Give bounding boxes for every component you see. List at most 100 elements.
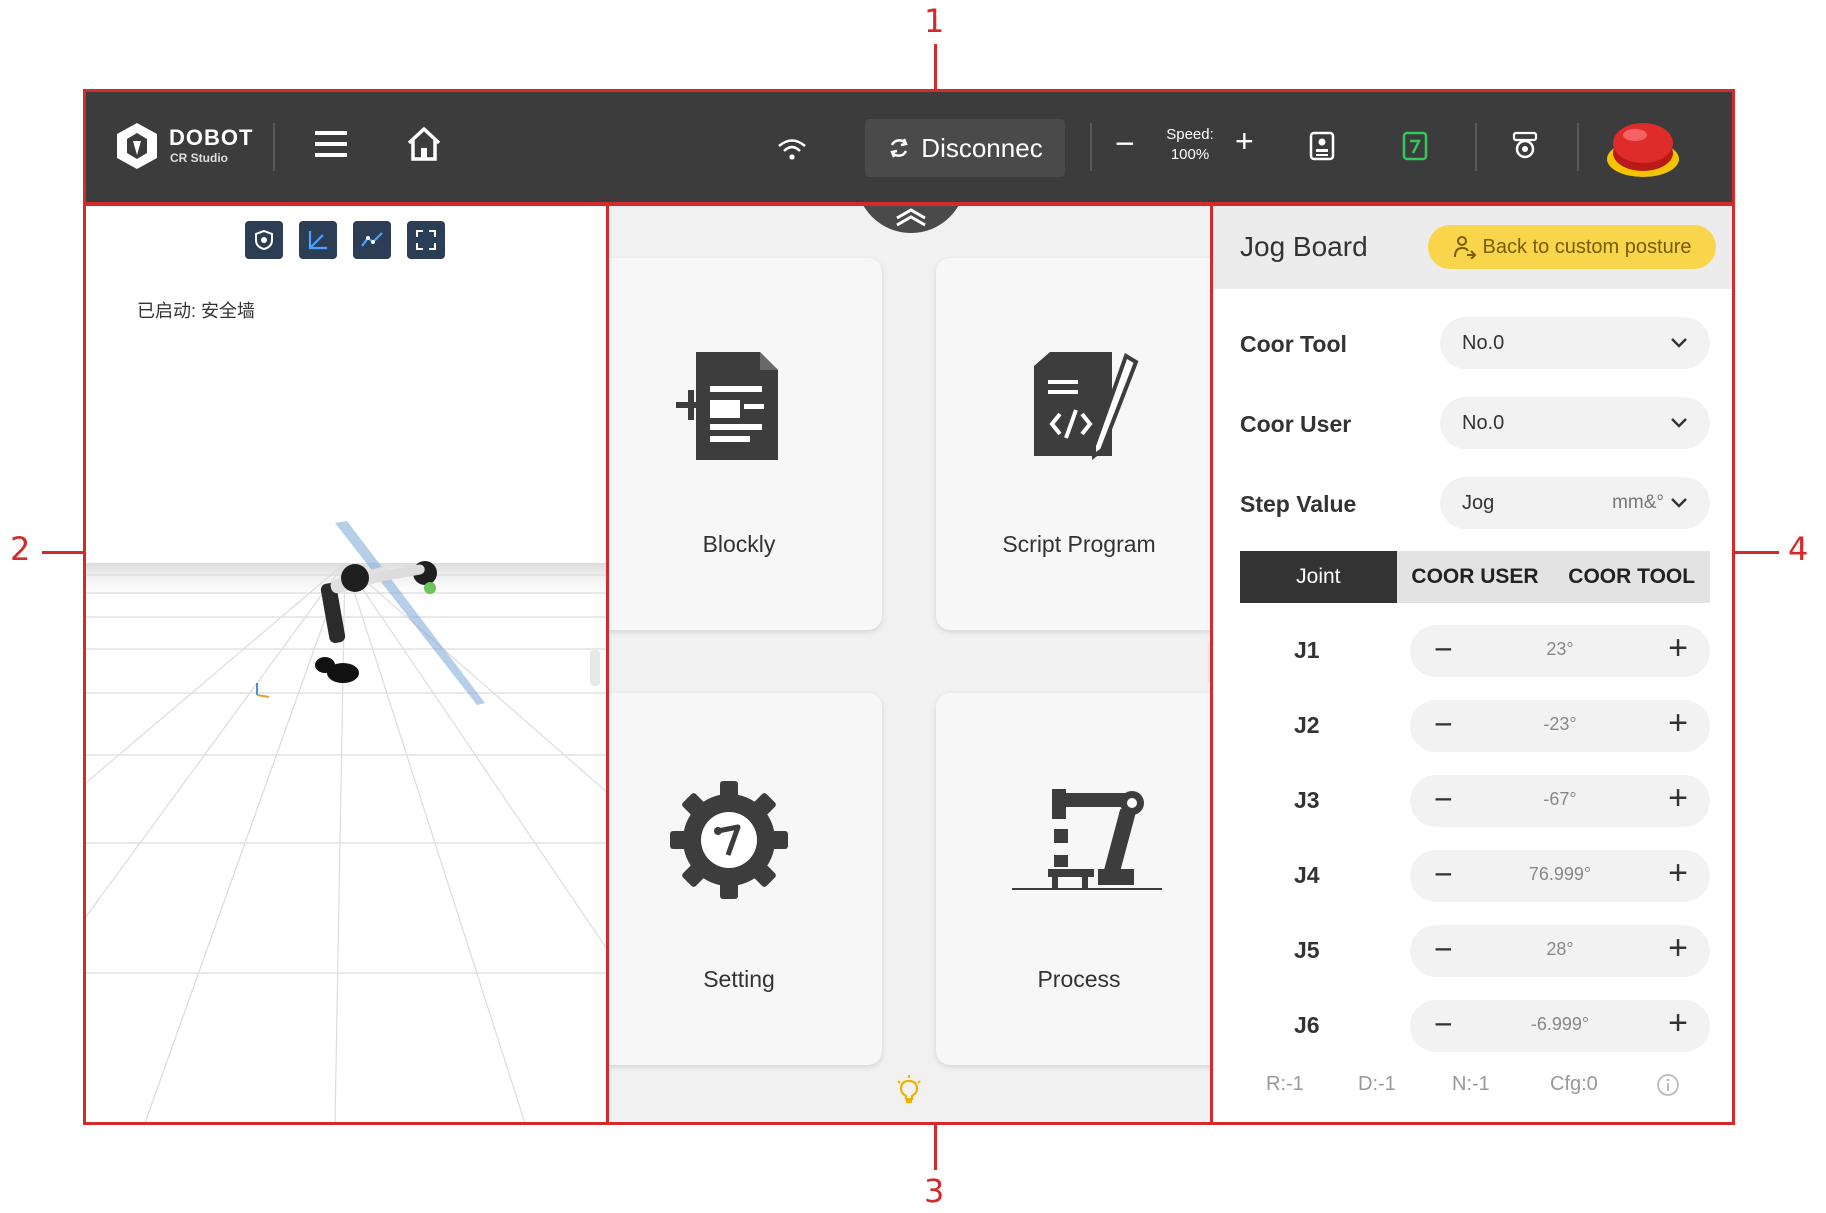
lightbulb-icon[interactable] [896,1075,922,1105]
tab-coor-user[interactable]: COOR USER [1397,551,1554,603]
fullscreen-toggle[interactable] [407,221,445,259]
axis-icon [308,231,327,250]
joint-value: 76.999° [1528,864,1592,884]
joint-stepper: − -6.999° + [1410,1000,1710,1052]
joint-row-j3: J3 − -67° + [1210,771,1733,831]
joint-row-j1: J1 − 23° + [1210,621,1733,681]
logo-name: DOBOT [169,125,254,150]
info-icon[interactable] [1656,1073,1680,1097]
safety-status-text: 已启动: 安全墙 [137,301,256,321]
jog-board-panel: Jog Board Back to custom posture Coor To… [1210,203,1733,1123]
step-value-select[interactable]: Jog mm&° [1440,477,1710,529]
home-icon[interactable] [405,125,443,163]
coor-user-select[interactable]: No.0 [1440,397,1710,449]
joint-stepper: − -67° + [1410,775,1710,827]
chevron-down-icon [1671,418,1687,428]
speed-decrease-button[interactable]: − [1115,125,1135,164]
divider [273,123,275,171]
status-d: D:-1 [1358,1073,1396,1095]
coor-tool-select[interactable]: No.0 [1440,317,1710,369]
emergency-stop-button[interactable] [1605,113,1681,181]
wifi-icon [778,139,806,160]
joint-value: -23° [1543,714,1577,734]
disconnect-button[interactable]: Disconnec [865,119,1065,177]
joint-name: J5 [1294,937,1320,963]
callout-3-line [934,1124,937,1170]
divider [1475,123,1477,171]
speed-value: 100% [1170,146,1210,163]
logo-subtitle: CR Studio [170,151,228,165]
robot-gear-icon [670,781,788,899]
status-n: N:-1 [1452,1073,1490,1095]
joint-value: -6.999° [1530,1014,1590,1034]
tab-joint[interactable]: Joint [1240,551,1397,603]
joint-value: 23° [1546,639,1574,659]
panel-resize-handle[interactable] [590,650,600,686]
joint-value: -67° [1543,789,1577,809]
step-value-value: Jog [1462,491,1495,514]
coordinate-mode-tabs: Joint COOR USER COOR TOOL [1240,551,1710,603]
module-card-blockly[interactable]: Blockly [606,258,882,630]
joint-value: 28° [1546,939,1574,959]
joint-stepper: − 23° + [1410,625,1710,677]
coor-tool-label: Coor Tool [1240,331,1347,357]
joint-increase-button[interactable]: + [1668,929,1688,968]
module-label-setting: Setting [703,966,775,992]
step-value-label: Step Value [1240,491,1357,517]
3d-viewport[interactable]: 已启动: 安全墙 [85,203,606,1123]
step-value-unit: mm&° [1612,492,1664,513]
teach-pendant-icon[interactable] [1309,131,1335,161]
joint-name: J6 [1294,1012,1320,1038]
jog-board-header: Jog Board Back to custom posture [1210,203,1733,289]
divider [1577,123,1579,171]
dobot-logo-icon [117,123,157,169]
joint-stepper: − 76.999° + [1410,850,1710,902]
safety-wall-toggle[interactable] [245,221,283,259]
hamburger-menu-icon[interactable] [315,129,347,159]
joint-row-j5: J5 − 28° + [1210,921,1733,981]
shield-icon [255,229,273,251]
module-card-setting[interactable]: Setting [606,693,882,1065]
speed-increase-button[interactable]: + [1235,123,1254,160]
callout-2: 2 [10,530,31,568]
alarm-icon[interactable] [1511,131,1539,161]
tab-coor-tool[interactable]: COOR TOOL [1553,551,1710,603]
joint-increase-button[interactable]: + [1668,704,1688,743]
axis-toggle[interactable] [299,221,337,259]
joint-increase-button[interactable]: + [1668,854,1688,893]
joint-increase-button[interactable]: + [1668,1004,1688,1043]
3d-grid-floor [85,521,606,1123]
disconnect-label: Disconnec [921,132,1043,163]
joint-row-j2: J2 − -23° + [1210,696,1733,756]
posture-status-row: R:-1 D:-1 N:-1 Cfg:0 [1210,1073,1733,1103]
script-code-icon [1034,352,1139,460]
trajectory-icon [361,232,383,247]
callout-2-line [42,551,84,554]
joint-row-j4: J4 − 76.999° + [1210,846,1733,906]
coor-user-label: Coor User [1240,411,1352,437]
trajectory-toggle[interactable] [353,221,391,259]
joint-increase-button[interactable]: + [1668,779,1688,818]
joint-name: J1 [1294,637,1320,663]
scene-toolbar [245,221,445,259]
back-to-custom-posture-label: Back to custom posture [1482,235,1692,258]
joint-row-j6: J6 − -6.999° + [1210,996,1733,1056]
joint-stepper: − -23° + [1410,700,1710,752]
module-card-script-program[interactable]: Script Program [936,258,1210,630]
joint-name: J4 [1294,862,1320,888]
jog-board-title: Jog Board [1240,231,1368,262]
module-card-process[interactable]: Process [936,693,1210,1065]
chevron-down-icon [1671,338,1687,348]
person-pose-icon [1453,236,1476,259]
joint-increase-button[interactable]: + [1668,629,1688,668]
callout-1-line [934,44,937,90]
callout-4-line [1735,551,1779,554]
enable-status-icon[interactable] [1402,131,1428,161]
collapse-panel-button[interactable] [856,203,966,233]
robot-arm-icon [1012,789,1162,890]
coor-user-value: No.0 [1462,411,1505,434]
back-to-custom-posture-button[interactable]: Back to custom posture [1428,225,1716,269]
speed-label: Speed: [1166,126,1214,143]
module-panel: Blockly Script Program Setting Process [606,203,1210,1123]
fullscreen-icon [416,230,436,250]
